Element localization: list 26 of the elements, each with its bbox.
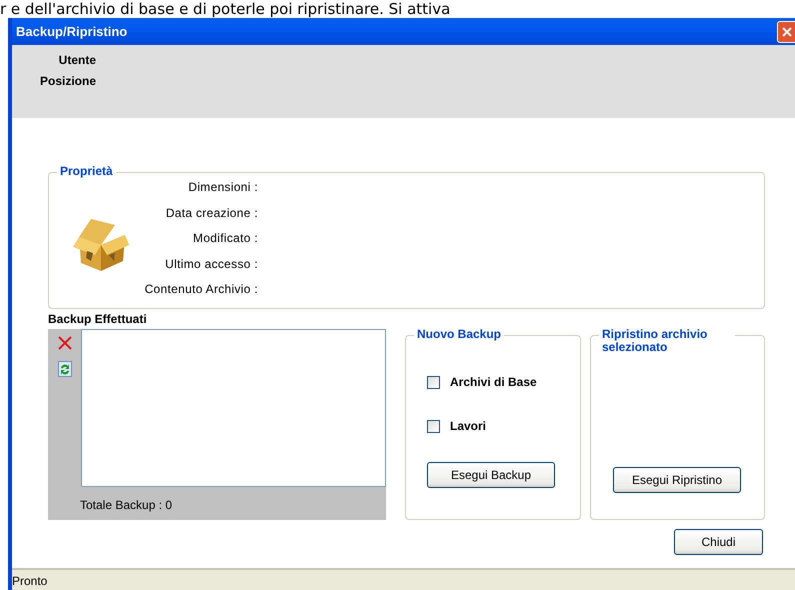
checkbox-label[interactable]: Archivi di Base [450,375,537,389]
field-label: Utente [58,53,96,67]
window-title: Backup/Ripristino [16,24,128,39]
checkbox[interactable] [427,376,440,388]
group-title: Nuovo Backup [414,328,504,341]
checkbox[interactable] [427,420,440,432]
property-label: Modificato : [193,231,258,248]
group-title: Ripristino archivio selezionato [599,328,735,354]
group-title: Proprietà [57,165,116,178]
restore-button[interactable]: Esegui Ripristino [613,467,741,493]
close-button[interactable] [777,20,795,42]
close-dialog-button[interactable]: Chiudi [674,529,763,555]
section-title: Backup Effettuati [48,312,148,328]
property-label: Contenuto Archivio : [144,282,258,298]
delete-icon[interactable] [56,335,72,351]
page-text: r e dell'archivio di base e di poterle poi ripristinare. Si attiva [0,0,452,18]
backup-button[interactable]: Esegui Backup [427,462,555,488]
property-label: Ultimo accesso : [165,256,258,273]
property-label: Data creazione : [166,206,258,222]
field-label: Posizione [38,74,96,88]
backup-count: Totale Backup : 0 [79,497,174,512]
property-label: Dimensioni : [188,180,258,196]
status-text: Pronto [12,574,48,588]
close-icon [780,26,792,38]
checkbox-label[interactable]: Lavori [450,419,486,433]
refresh-icon[interactable] [58,361,72,377]
